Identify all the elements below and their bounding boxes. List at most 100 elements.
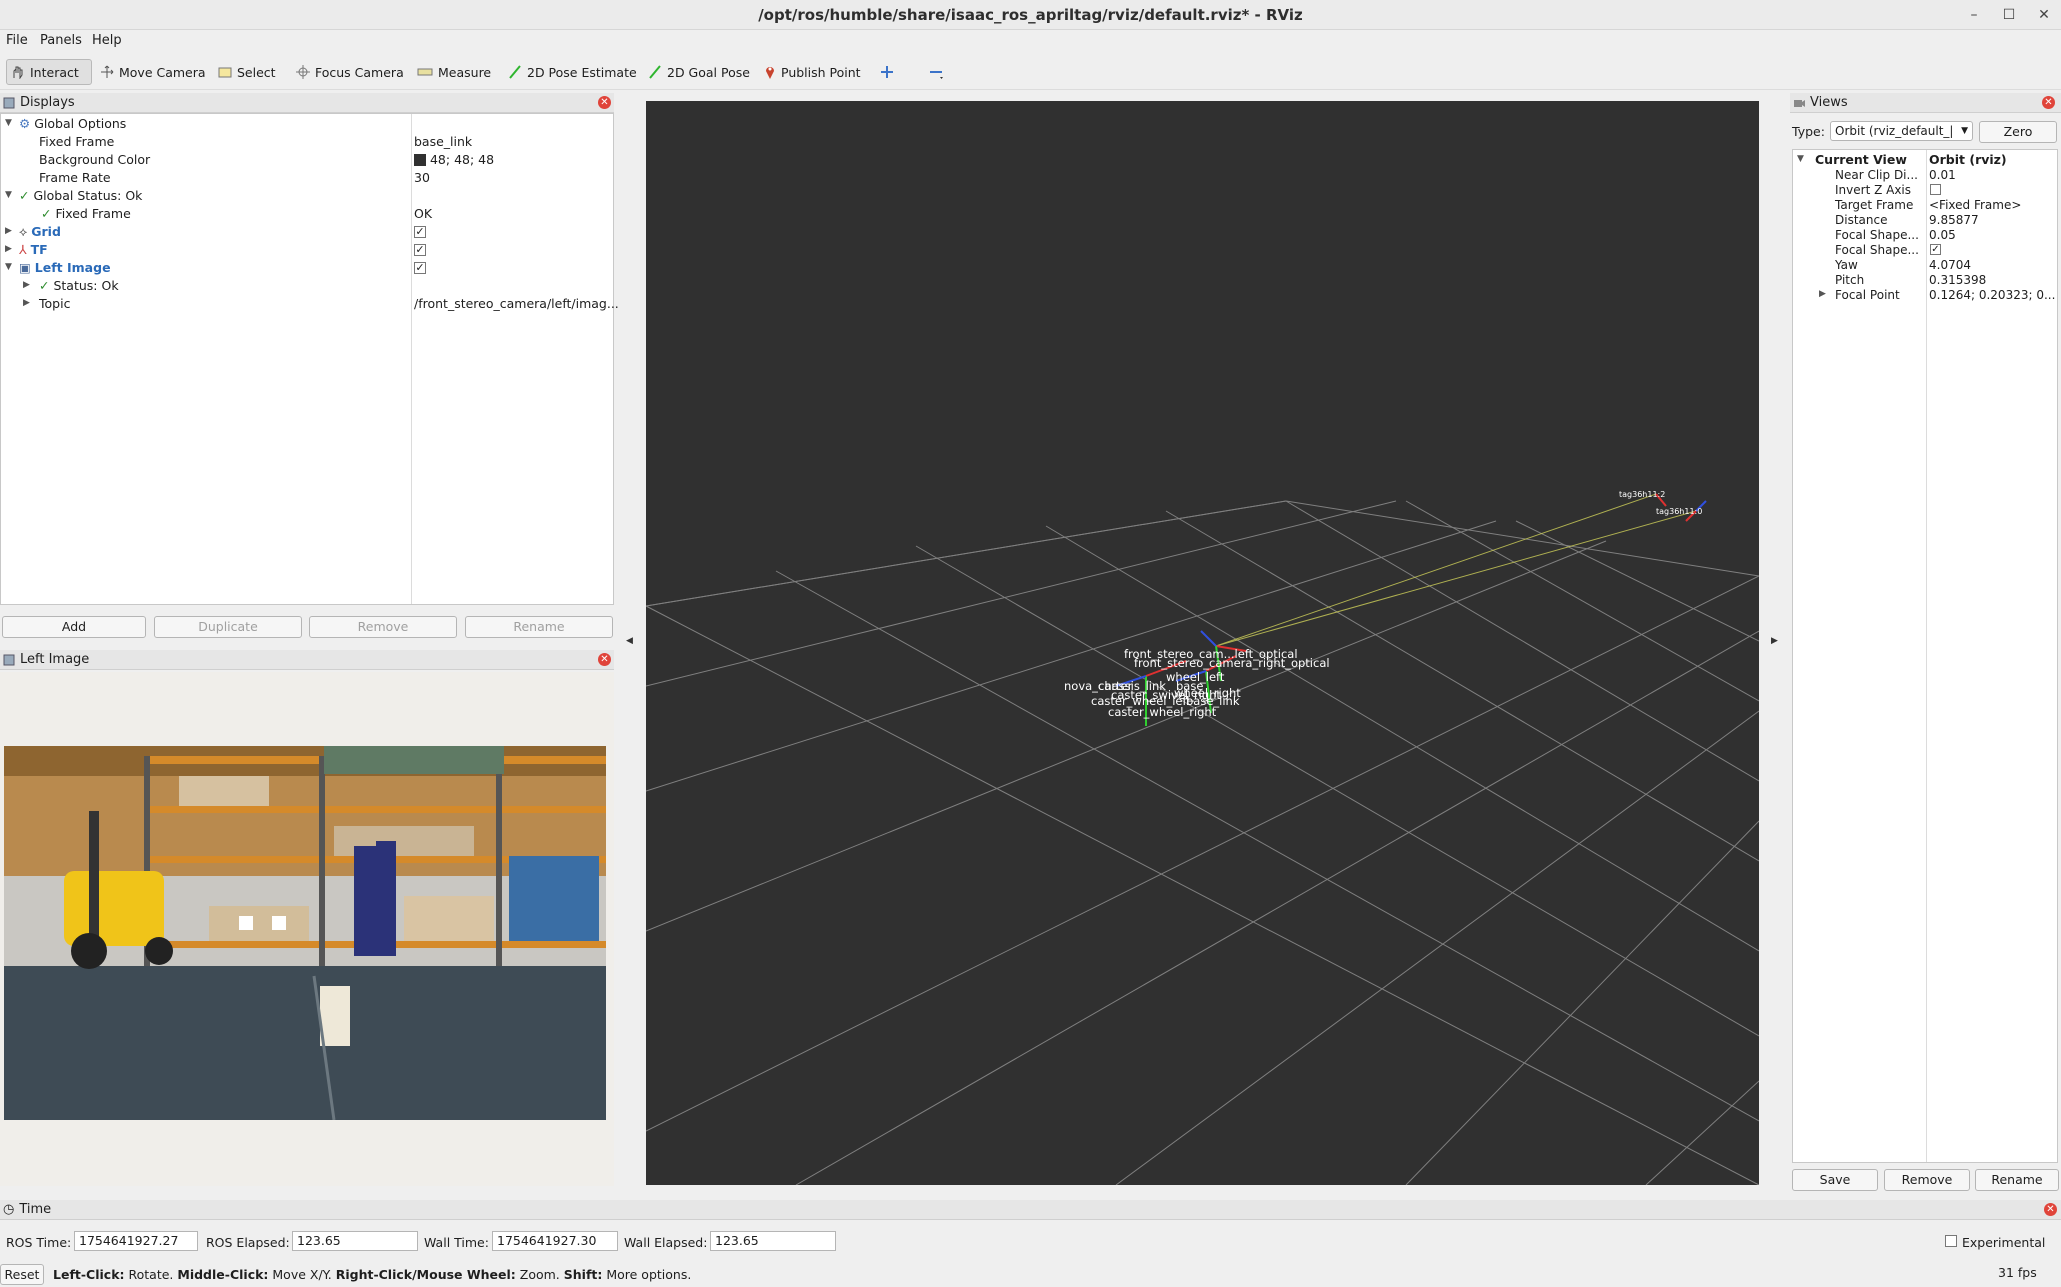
collapse-arrow-icon[interactable]: ▼ [5,118,12,128]
expand-arrow-icon[interactable]: ▶ [1819,289,1826,299]
wall-time-field[interactable]: 1754641927.30 [492,1231,618,1251]
minimize-button[interactable]: – [1964,5,1984,25]
menu-file[interactable]: File [6,33,28,48]
displays-tree[interactable]: ▼ ⚙ Global Options Fixed Frame base_link… [0,113,619,605]
status-fixed-frame-label: Fixed Frame [55,206,131,221]
fixed-frame-value[interactable]: base_link [414,133,472,151]
background-color-field[interactable]: 48; 48; 48 [414,151,494,169]
prop-value[interactable]: 0.1264; 0.20323; 0... [1929,286,2055,304]
maximize-button[interactable]: ☐ [1999,5,2019,25]
status-fixed-frame-row: ✓ Fixed Frame [41,205,131,223]
collapse-left-arrow-icon[interactable]: ◀ [626,636,633,646]
rename-view-button[interactable]: Rename [1975,1169,2059,1191]
green-arrow-icon [509,65,521,79]
experimental-label: Experimental [1962,1235,2046,1250]
reset-button[interactable]: Reset [0,1264,44,1285]
fps-counter: 31 fps [1998,1265,2037,1280]
global-status-label: Global Status: Ok [33,188,143,203]
ros-elapsed-field[interactable]: 123.65 [292,1231,418,1251]
expand-arrow-icon[interactable]: ▶ [5,244,12,254]
pose-estimate-tool-button[interactable]: 2D Pose Estimate [504,59,641,85]
hint-text: Zoom. [515,1267,564,1282]
prop-value[interactable]: 0.01 [1929,166,1956,184]
duplicate-display-button[interactable]: Duplicate [154,616,302,638]
checkmark-icon: ✓ [19,188,30,203]
time-header: ◷ Time [0,1200,2061,1220]
chevron-down-icon: ▼ [1961,126,1968,136]
left-image-close-button[interactable]: ✕ [598,653,611,666]
close-window-button[interactable]: ✕ [2034,5,2054,25]
gear-icon: ⚙ [19,116,31,131]
measure-label: Measure [438,64,492,80]
expand-arrow-icon[interactable]: ▶ [23,298,30,308]
view-type-select[interactable]: Orbit (rviz_default_| ▼ [1830,121,1973,141]
green-arrow-icon [649,65,661,79]
displays-close-button[interactable]: ✕ [598,96,611,109]
save-view-button[interactable]: Save [1792,1169,1878,1191]
ros-elapsed-label: ROS Elapsed: [206,1235,290,1250]
collapse-arrow-icon[interactable]: ▼ [1797,154,1804,164]
view-type-label: Type: [1792,124,1825,139]
left-image-status-row[interactable]: ✓ Status: Ok [39,277,119,295]
status-hint: Left-Click: Rotate. Middle-Click: Move X… [53,1267,691,1282]
hint-text: More options. [602,1267,692,1282]
remove-tool-button[interactable] [924,59,948,85]
topic-value[interactable]: /front_stereo_camera/left/imag... [414,295,619,313]
topic-label: Topic [39,296,71,311]
focus-camera-label: Focus Camera [315,64,404,80]
tf-enabled-checkbox[interactable]: ✓ [414,244,426,256]
grid-enabled-checkbox[interactable]: ✓ [414,226,426,238]
tag-label: tag36h11:0 [1656,507,1702,516]
window-title: /opt/ros/humble/share/isaac_ros_apriltag… [758,6,1303,24]
goal-pose-tool-button[interactable]: 2D Goal Pose [644,59,754,85]
frame-label: caster_wheel_right [1108,705,1217,719]
focal-shape-checkbox[interactable]: ✓ [1930,244,1941,255]
clock-icon: ◷ [3,1202,15,1217]
interact-tool-button[interactable]: Interact [6,59,92,85]
collapse-arrow-icon[interactable]: ▼ [5,262,12,272]
time-close-button[interactable]: ✕ [2044,1203,2057,1216]
publish-point-tool-button[interactable]: Publish Point [760,59,865,85]
expand-arrow-icon[interactable]: ▶ [5,226,12,236]
global-status-row[interactable]: ✓ Global Status: Ok [19,187,142,205]
menu-panels[interactable]: Panels [40,33,82,48]
camera-icon [1794,99,1805,107]
column-divider [411,114,412,604]
wall-elapsed-field[interactable]: 123.65 [710,1231,836,1251]
experimental-checkbox[interactable] [1945,1235,1957,1247]
prop-value[interactable]: 0.05 [1929,226,1956,244]
fixed-frame-label: Fixed Frame [39,134,115,149]
remove-display-button[interactable]: Remove [309,616,457,638]
goal-pose-label: 2D Goal Pose [667,64,750,80]
grid-display-row[interactable]: ⟡ Grid [19,223,61,241]
collapse-right-arrow-icon[interactable]: ▶ [1771,636,1778,646]
tag-label: tag36h11:2 [1619,490,1665,499]
focus-camera-tool-button[interactable]: Focus Camera [292,59,408,85]
frame-rate-value[interactable]: 30 [414,169,430,187]
title-bar: /opt/ros/humble/share/isaac_ros_apriltag… [0,0,2061,30]
add-display-button[interactable]: Add [2,616,146,638]
publish-point-label: Publish Point [781,64,861,80]
views-tree[interactable]: ▼ Current View Orbit (rviz) Near Clip Di… [1792,149,2058,1163]
measure-tool-button[interactable]: Measure [413,59,495,85]
invert-z-checkbox[interactable] [1930,184,1941,195]
move-camera-tool-button[interactable]: Move Camera [96,59,210,85]
remove-view-button[interactable]: Remove [1884,1169,1970,1191]
expand-arrow-icon[interactable]: ▶ [23,280,30,290]
global-options-row[interactable]: ⚙ Global Options [19,115,126,133]
ros-time-field[interactable]: 1754641927.27 [74,1231,198,1251]
collapse-arrow-icon[interactable]: ▼ [5,190,12,200]
left-image-display-row[interactable]: ▣ Left Image [19,259,111,277]
tf-display-row[interactable]: ⅄ TF [19,241,48,259]
left-image-enabled-checkbox[interactable]: ✓ [414,262,426,274]
hand-icon [13,66,23,79]
select-tool-button[interactable]: Select [214,59,280,85]
add-tool-button[interactable] [876,59,898,85]
rename-display-button[interactable]: Rename [465,616,613,638]
menu-bar [0,30,2061,54]
3d-viewport[interactable]: front_stereo_cam...left_optical front_st… [645,101,1760,1186]
grid-label: Grid [31,224,61,239]
views-close-button[interactable]: ✕ [2042,96,2055,109]
zero-view-button[interactable]: Zero [1979,121,2057,143]
menu-help[interactable]: Help [92,33,122,48]
